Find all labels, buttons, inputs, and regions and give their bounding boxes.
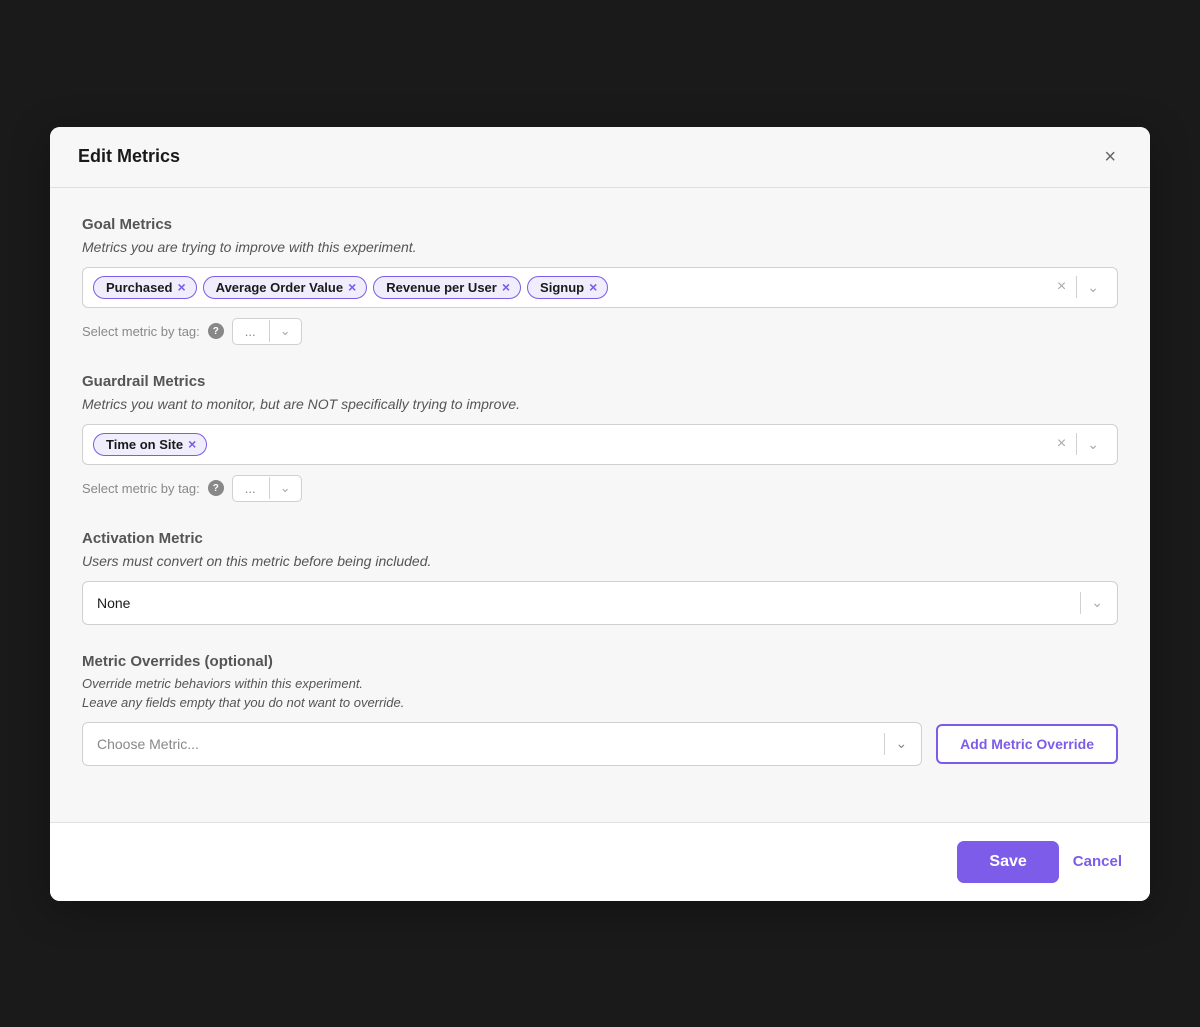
guardrail-tag-chevron[interactable]: ⌄ <box>270 476 301 500</box>
modal-title: Edit Metrics <box>78 146 180 167</box>
guardrail-tag-value: ... <box>233 476 269 501</box>
guardrail-chevron-button[interactable]: ⌄ <box>1079 434 1107 455</box>
guardrail-clear-button[interactable]: × <box>1049 433 1074 455</box>
choose-metric-placeholder: Choose Metric... <box>97 736 874 752</box>
goal-tag-chevron[interactable]: ⌄ <box>270 319 301 343</box>
choose-metric-select[interactable]: Choose Metric... ⌄ <box>82 722 922 766</box>
guardrail-select-tag-row: Select metric by tag: ? ... ⌄ <box>82 475 1118 502</box>
goal-metrics-title: Goal Metrics <box>82 216 1118 233</box>
close-button[interactable]: × <box>1098 145 1122 169</box>
tag-label: Signup <box>540 280 584 295</box>
goal-metrics-input-box[interactable]: Purchased × Average Order Value × Revenu… <box>82 267 1118 308</box>
save-button[interactable]: Save <box>957 841 1058 883</box>
tag-revenue-remove[interactable]: × <box>502 280 510 294</box>
guardrail-help-icon[interactable]: ? <box>208 480 224 496</box>
metric-overrides-title: Metric Overrides (optional) <box>82 653 1118 670</box>
tag-label: Average Order Value <box>216 280 343 295</box>
activation-divider <box>1080 592 1081 614</box>
guardrail-box-actions: × ⌄ <box>1049 433 1107 455</box>
overrides-desc-2: Leave any fields empty that you do not w… <box>82 695 1118 710</box>
goal-divider <box>1076 276 1077 298</box>
activation-metric-select[interactable]: None ⌄ <box>82 581 1118 625</box>
goal-chevron-button[interactable]: ⌄ <box>1079 277 1107 298</box>
goal-clear-button[interactable]: × <box>1049 276 1074 298</box>
activation-metric-section: Activation Metric Users must convert on … <box>82 530 1118 625</box>
choose-metric-chevron-icon: ⌄ <box>895 735 907 752</box>
guardrail-divider <box>1076 433 1077 455</box>
tag-signup-remove[interactable]: × <box>589 280 597 294</box>
tag-revenue-per-user: Revenue per User × <box>373 276 521 299</box>
guardrail-metrics-title: Guardrail Metrics <box>82 373 1118 390</box>
guardrail-metrics-section: Guardrail Metrics Metrics you want to mo… <box>82 373 1118 502</box>
guardrail-metrics-input-box[interactable]: Time on Site × × ⌄ <box>82 424 1118 465</box>
guardrail-metrics-desc: Metrics you want to monitor, but are NOT… <box>82 396 1118 412</box>
metric-overrides-section: Metric Overrides (optional) Override met… <box>82 653 1118 766</box>
guardrail-tag-select[interactable]: ... ⌄ <box>232 475 302 502</box>
goal-tag-value: ... <box>233 319 269 344</box>
tag-label: Time on Site <box>106 437 183 452</box>
edit-metrics-modal: Edit Metrics × Goal Metrics Metrics you … <box>50 127 1150 901</box>
tag-purchased: Purchased × <box>93 276 197 299</box>
modal-footer: Save Cancel <box>50 822 1150 901</box>
overrides-desc-1: Override metric behaviors within this ex… <box>82 676 1118 691</box>
goal-tag-select[interactable]: ... ⌄ <box>232 318 302 345</box>
modal-body: Goal Metrics Metrics you are trying to i… <box>50 188 1150 822</box>
cancel-button[interactable]: Cancel <box>1073 853 1122 870</box>
goal-select-tag-label: Select metric by tag: <box>82 324 200 339</box>
tag-purchased-remove[interactable]: × <box>177 280 185 294</box>
tag-avg-order-value: Average Order Value × <box>203 276 368 299</box>
overrides-row: Choose Metric... ⌄ Add Metric Override <box>82 722 1118 766</box>
activation-select-value: None <box>97 595 1070 611</box>
modal-header: Edit Metrics × <box>50 127 1150 188</box>
tag-label: Purchased <box>106 280 172 295</box>
activation-chevron-icon: ⌄ <box>1091 594 1103 611</box>
tag-signup: Signup × <box>527 276 608 299</box>
tag-time-on-site: Time on Site × <box>93 433 207 456</box>
activation-metric-title: Activation Metric <box>82 530 1118 547</box>
goal-box-actions: × ⌄ <box>1049 276 1107 298</box>
guardrail-select-tag-label: Select metric by tag: <box>82 481 200 496</box>
add-metric-override-button[interactable]: Add Metric Override <box>936 724 1118 764</box>
tag-time-on-site-remove[interactable]: × <box>188 437 196 451</box>
tag-avg-order-remove[interactable]: × <box>348 280 356 294</box>
goal-help-icon[interactable]: ? <box>208 323 224 339</box>
activation-metric-desc: Users must convert on this metric before… <box>82 553 1118 569</box>
goal-metrics-desc: Metrics you are trying to improve with t… <box>82 239 1118 255</box>
goal-select-tag-row: Select metric by tag: ? ... ⌄ <box>82 318 1118 345</box>
tag-label: Revenue per User <box>386 280 497 295</box>
goal-metrics-section: Goal Metrics Metrics you are trying to i… <box>82 216 1118 345</box>
choose-metric-divider <box>884 733 885 755</box>
